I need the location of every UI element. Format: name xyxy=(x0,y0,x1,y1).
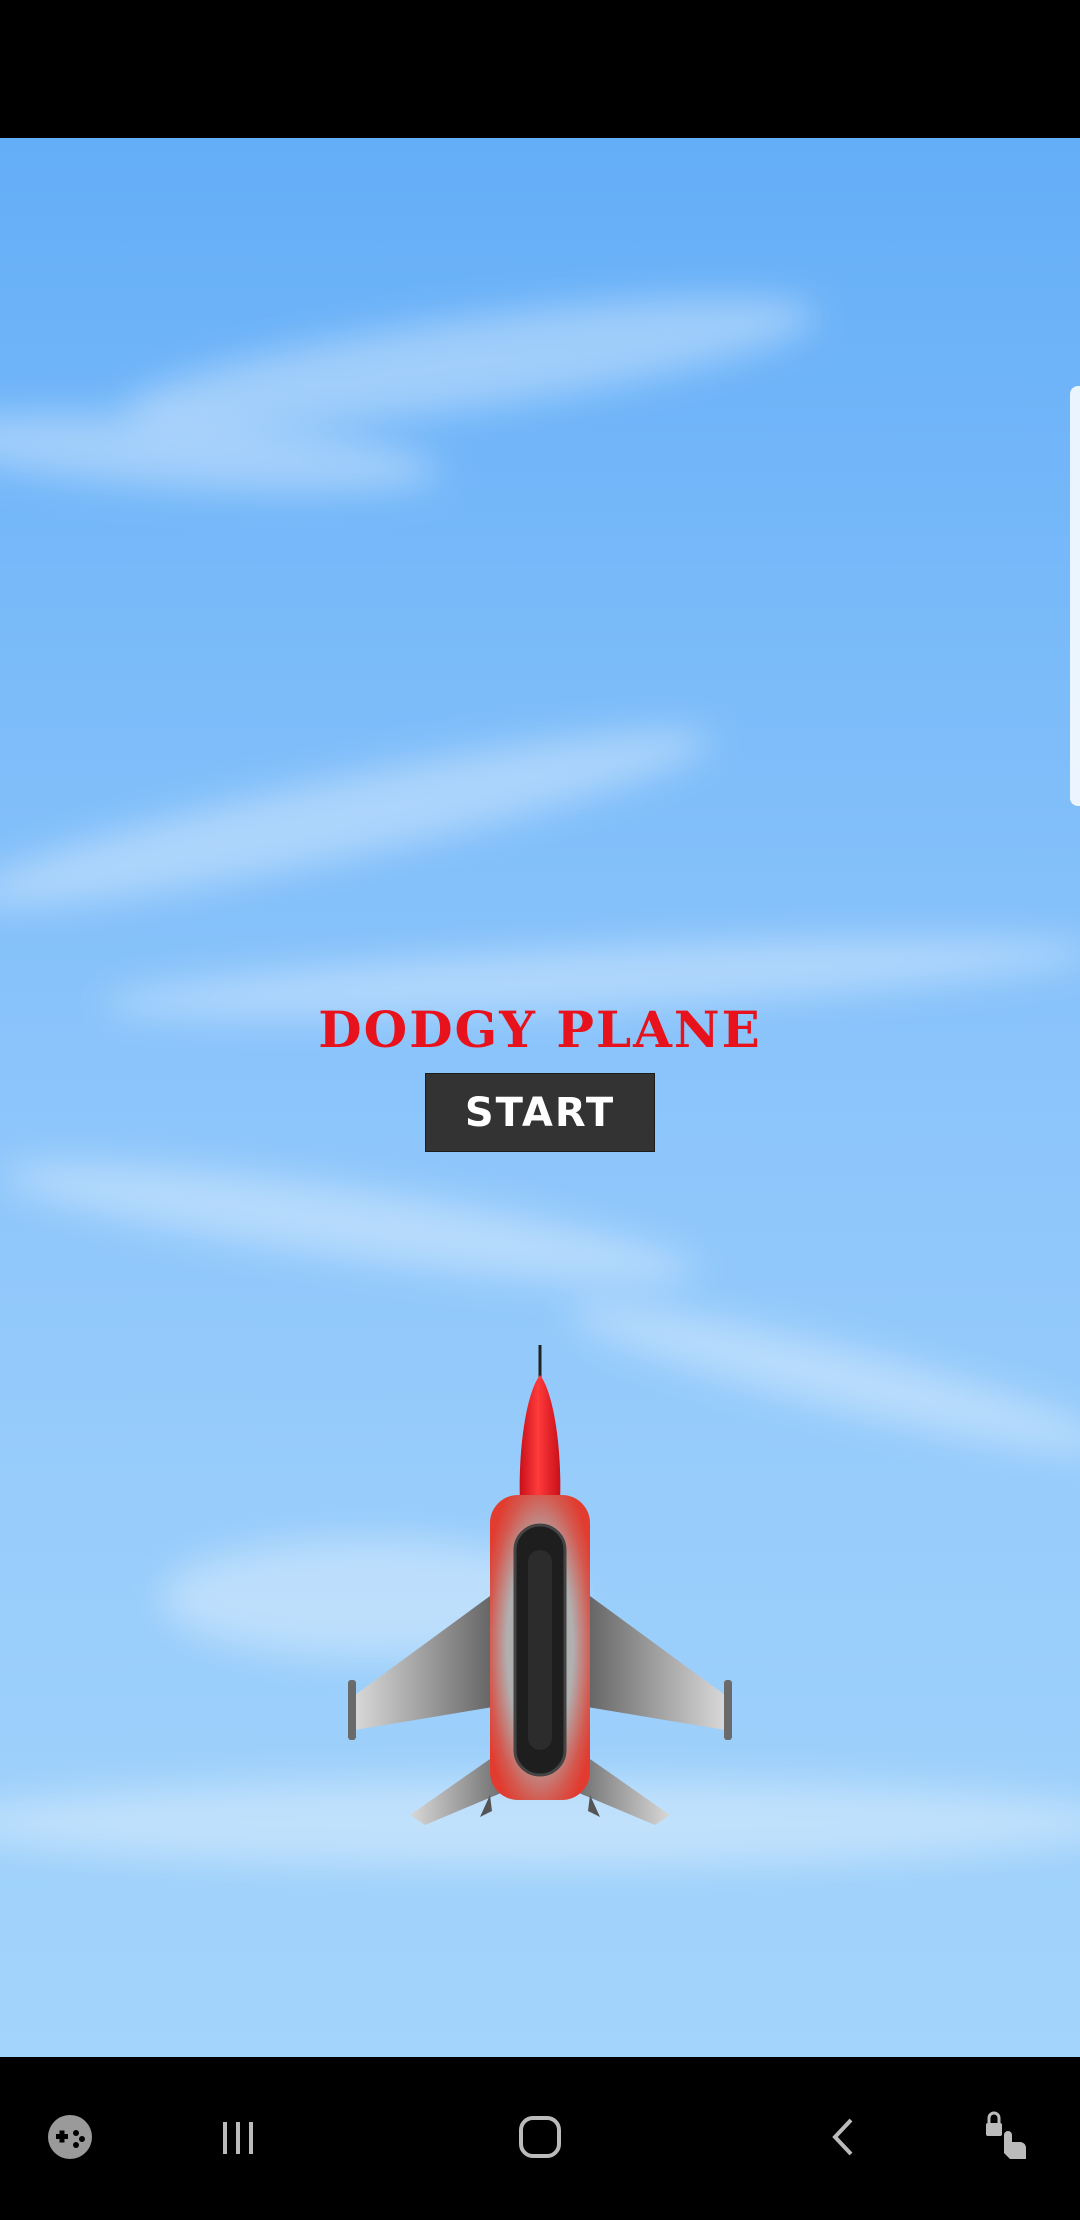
touch-lock-icon[interactable] xyxy=(968,2097,1048,2177)
game-title: DODGY PLANE xyxy=(318,1000,762,1059)
back-icon[interactable] xyxy=(804,2097,884,2177)
start-button[interactable]: START xyxy=(425,1073,655,1152)
status-bar xyxy=(0,0,1080,138)
fighter-jet-icon xyxy=(348,1345,732,1825)
game-launcher-icon[interactable] xyxy=(30,2097,110,2177)
cloud xyxy=(0,699,721,937)
recent-apps-icon[interactable] xyxy=(198,2097,278,2177)
home-icon[interactable] xyxy=(500,2097,580,2177)
edge-panel-handle[interactable] xyxy=(1070,386,1080,806)
navigation-bar xyxy=(0,2057,1080,2220)
cloud xyxy=(0,1139,702,1307)
